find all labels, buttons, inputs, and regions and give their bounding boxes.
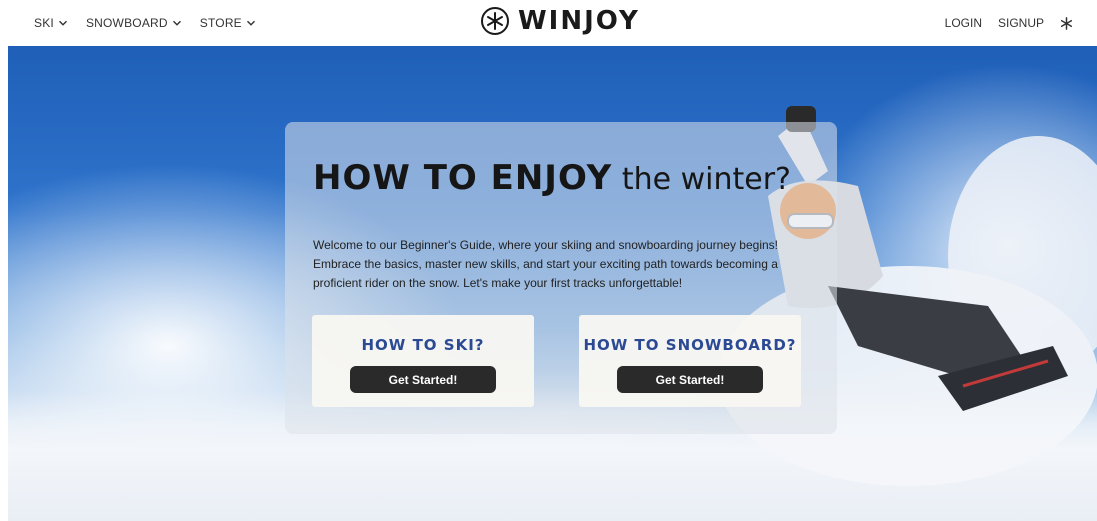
headline-strong: HOW TO ENJOY [313, 158, 613, 198]
ski-guide-title: HOW TO SKI? [361, 336, 485, 354]
snowflake-circle-icon [481, 7, 509, 35]
snowboard-guide-title: HOW TO SNOWBOARD? [583, 336, 797, 354]
snowflake-icon[interactable] [1060, 16, 1073, 30]
ski-get-started-button[interactable]: Get Started! [350, 366, 496, 393]
ski-guide-card: HOW TO SKI? Get Started! [312, 315, 534, 407]
top-nav: SKI SNOWBOARD STORE WINJOY LOGIN SIGNUP [0, 0, 1097, 46]
account-menu: LOGIN SIGNUP [945, 16, 1097, 30]
brand-home-link[interactable]: WINJOY [480, 6, 640, 36]
chevron-down-icon [58, 20, 67, 26]
chevron-down-icon [172, 20, 181, 26]
brand-name: WINJOY [518, 6, 640, 36]
intro-card: HOW TO ENJOY the winter? Welcome to our … [285, 122, 837, 434]
nav-item-label: STORE [199, 16, 242, 30]
hero-headline: HOW TO ENJOY the winter? [313, 158, 791, 198]
snowboard-get-started-button[interactable]: Get Started! [617, 366, 763, 393]
signup-link[interactable]: SIGNUP [998, 16, 1044, 30]
hero-intro-text: Welcome to our Beginner's Guide, where y… [313, 238, 778, 290]
nav-item-snowboard[interactable]: SNOWBOARD [86, 16, 182, 30]
primary-menu: SKI SNOWBOARD STORE [0, 16, 256, 30]
nav-item-label: SNOWBOARD [85, 16, 168, 30]
nav-item-label: SKI [34, 16, 54, 30]
chevron-down-icon [246, 20, 255, 26]
nav-item-ski[interactable]: SKI [34, 16, 68, 30]
headline-light: the winter? [612, 162, 791, 197]
login-link[interactable]: LOGIN [945, 16, 982, 30]
nav-item-store[interactable]: STORE [200, 16, 256, 30]
hero-banner: HOW TO ENJOY the winter? Welcome to our … [8, 46, 1097, 521]
snowboard-guide-card: HOW TO SNOWBOARD? Get Started! [579, 315, 801, 407]
